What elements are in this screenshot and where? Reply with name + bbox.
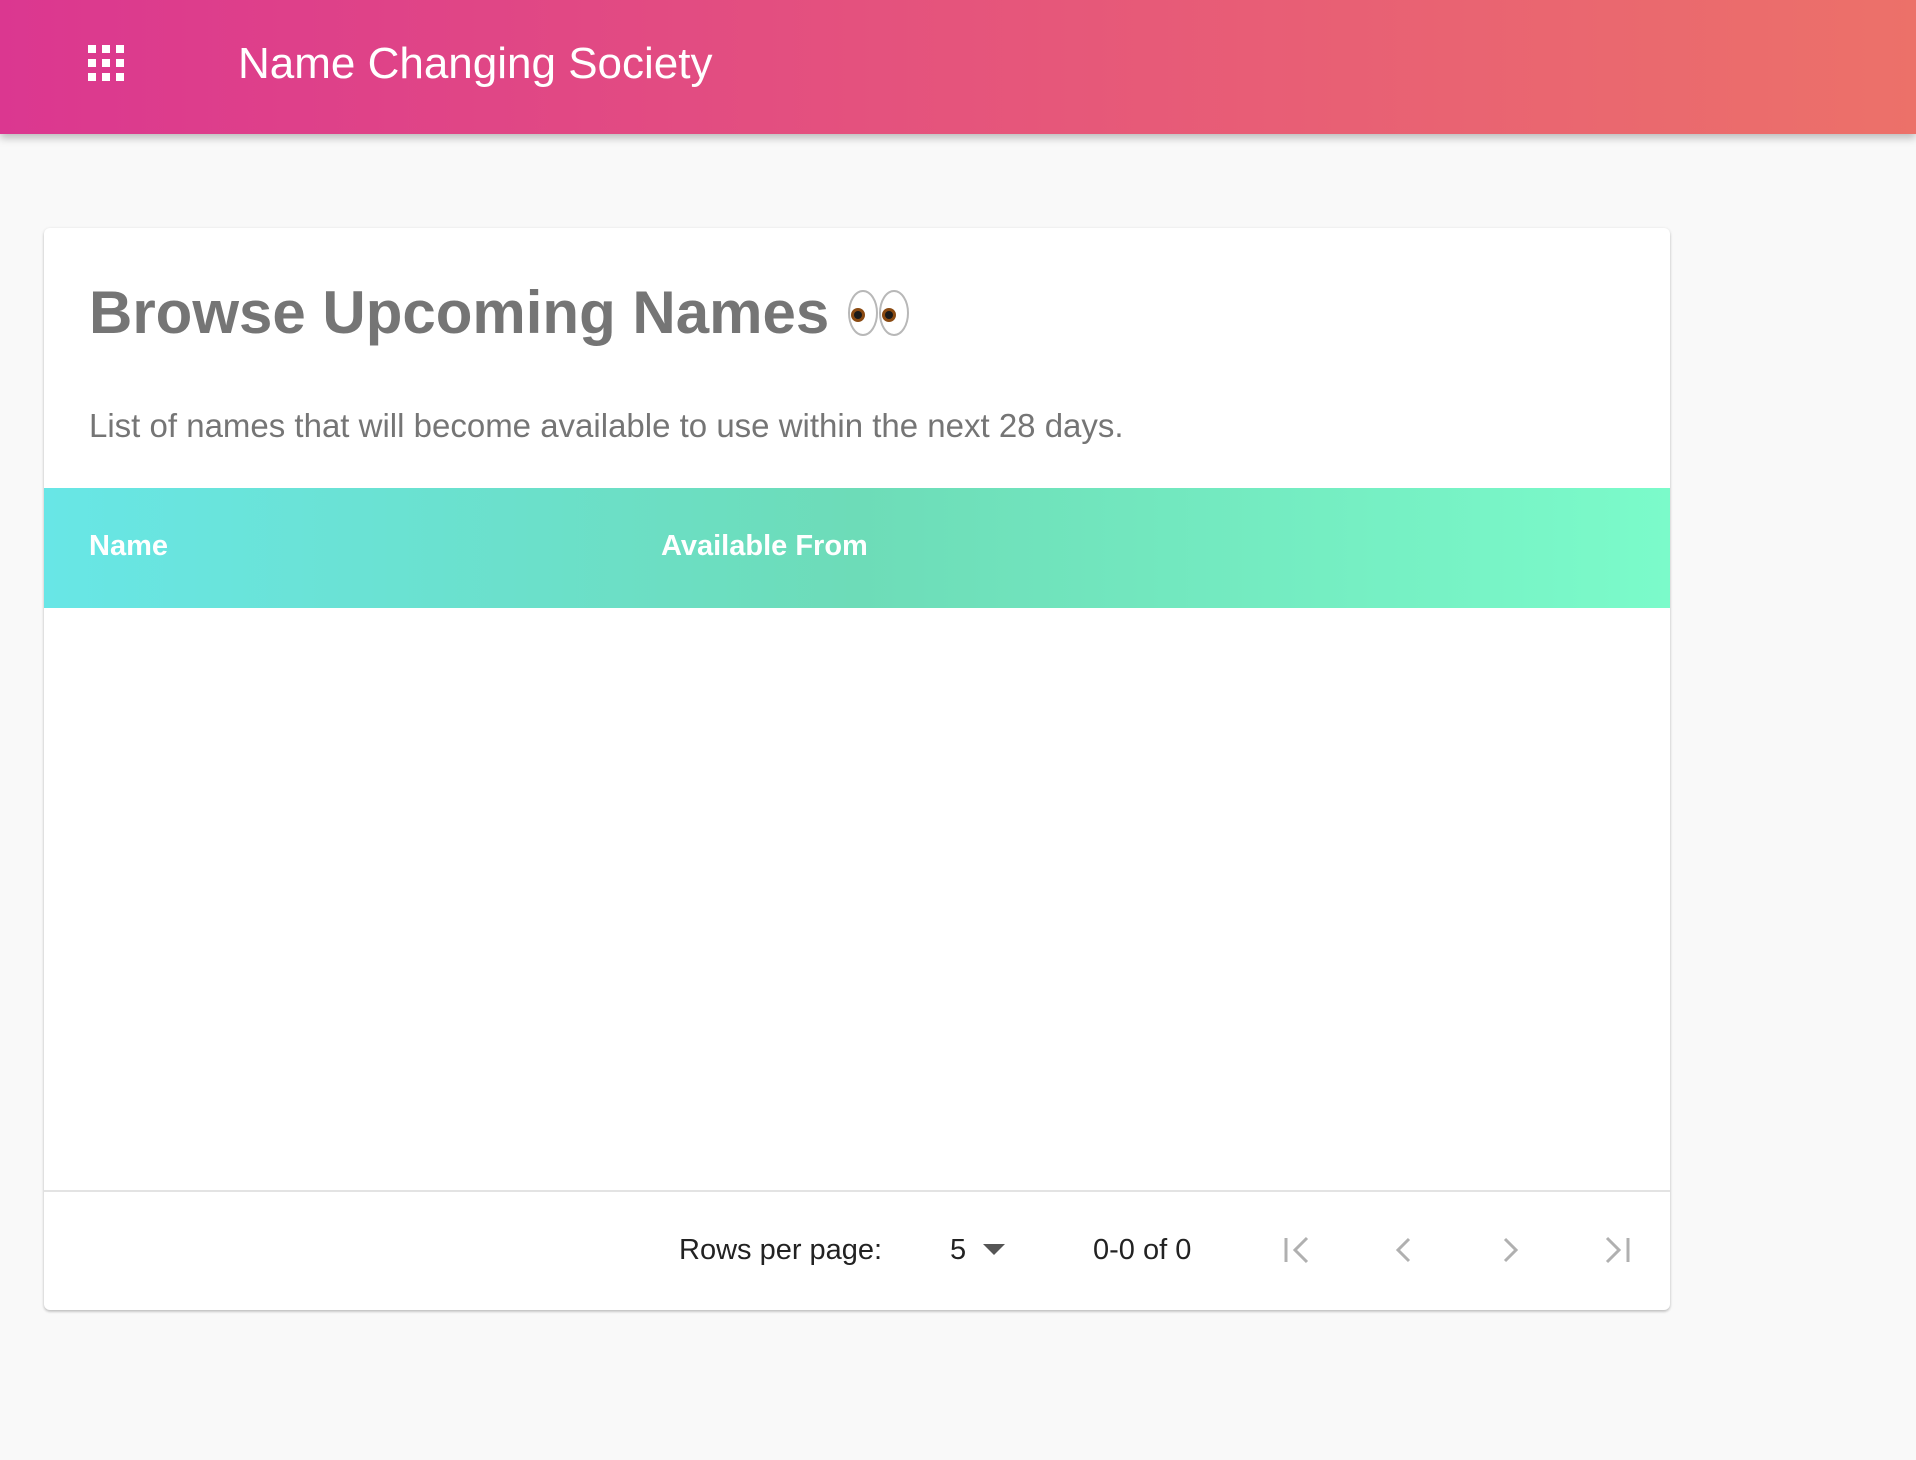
next-page-button[interactable] [1478,1218,1542,1282]
column-header-name[interactable]: Name [89,528,168,564]
upcoming-names-card: Browse Upcoming Names List of names that… [44,228,1670,1310]
previous-page-button[interactable] [1372,1218,1436,1282]
app-bar: Name Changing Society [0,0,1916,134]
rows-per-page-value: 5 [950,1234,967,1266]
app-title: Name Changing Society [238,39,713,88]
table-body [44,608,1670,1190]
pagination-range: 0-0 of 0 [1093,1234,1192,1266]
rows-per-page-select[interactable]: 5 [950,1224,1006,1276]
card-title-row: Browse Upcoming Names [89,278,911,348]
chevron-left-icon [1395,1237,1411,1263]
rows-per-page-label: Rows per page: [679,1234,883,1266]
apps-grid-icon [88,45,124,81]
table-header: Name Available From [44,488,1670,608]
chevron-right-icon [1503,1237,1519,1263]
eyes-emoji-icon [847,287,911,339]
column-header-available-from[interactable]: Available From [661,528,868,564]
card-title: Browse Upcoming Names [89,279,830,346]
first-page-button[interactable] [1266,1218,1330,1282]
apps-menu-button[interactable] [70,27,142,99]
first-page-icon [1284,1236,1309,1264]
pagination-bar: Rows per page: 5 0-0 of 0 [44,1192,1670,1310]
dropdown-arrow-icon [983,1244,1006,1255]
last-page-button[interactable] [1584,1218,1648,1282]
last-page-icon [1605,1236,1630,1264]
card-subtitle: List of names that will become available… [89,407,1124,444]
